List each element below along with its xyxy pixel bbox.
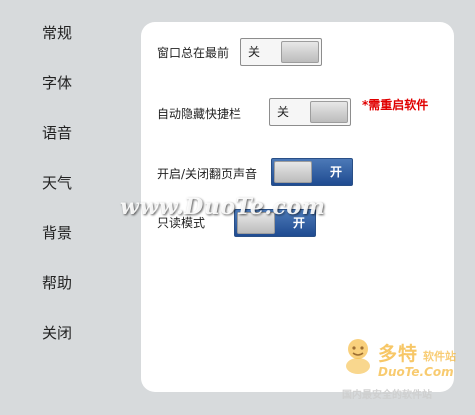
sidebar-item-help[interactable]: 帮助 (42, 271, 102, 295)
brand-domain: DuoTe.Com (378, 365, 454, 379)
brand-text: 多特 (378, 343, 419, 365)
page-turn-sound-label: 开启/关闭翻页声音 (157, 167, 258, 181)
page-turn-sound-toggle[interactable]: 开 (271, 158, 353, 186)
sidebar-item-voice[interactable]: 语音 (42, 121, 102, 145)
brand-slogan: 国内最安全的软件站 (342, 390, 432, 401)
restart-required-note: *需重启软件 (362, 98, 429, 112)
sidebar-item-close[interactable]: 关闭 (42, 321, 102, 345)
page-turn-sound-state: 开 (329, 165, 342, 179)
toggle-knob (274, 161, 312, 183)
auto-hide-shortcuts-state: 关 (277, 105, 290, 119)
settings-sidebar: 常规 字体 语音 天气 背景 帮助 关闭 (0, 0, 120, 415)
mascot-icon (346, 339, 370, 374)
sidebar-item-background[interactable]: 背景 (42, 221, 102, 245)
always-on-top-state: 关 (248, 45, 261, 59)
sidebar-item-general[interactable]: 常规 (42, 21, 102, 45)
center-watermark: www.DuoTe.com (120, 194, 326, 220)
corner-watermark: 多特 软件站 DuoTe.Com 国内最安全的软件站 (341, 336, 469, 406)
always-on-top-label: 窗口总在最前 (157, 46, 230, 60)
brand-suffix: 软件站 (423, 350, 456, 363)
always-on-top-toggle[interactable]: 关 (240, 38, 322, 66)
sidebar-item-weather[interactable]: 天气 (42, 171, 102, 195)
toggle-knob (310, 101, 348, 123)
sidebar-item-font[interactable]: 字体 (42, 71, 102, 95)
toggle-knob (281, 41, 319, 63)
auto-hide-shortcuts-toggle[interactable]: 关 (269, 98, 351, 126)
auto-hide-shortcuts-label: 自动隐藏快捷栏 (157, 107, 242, 121)
